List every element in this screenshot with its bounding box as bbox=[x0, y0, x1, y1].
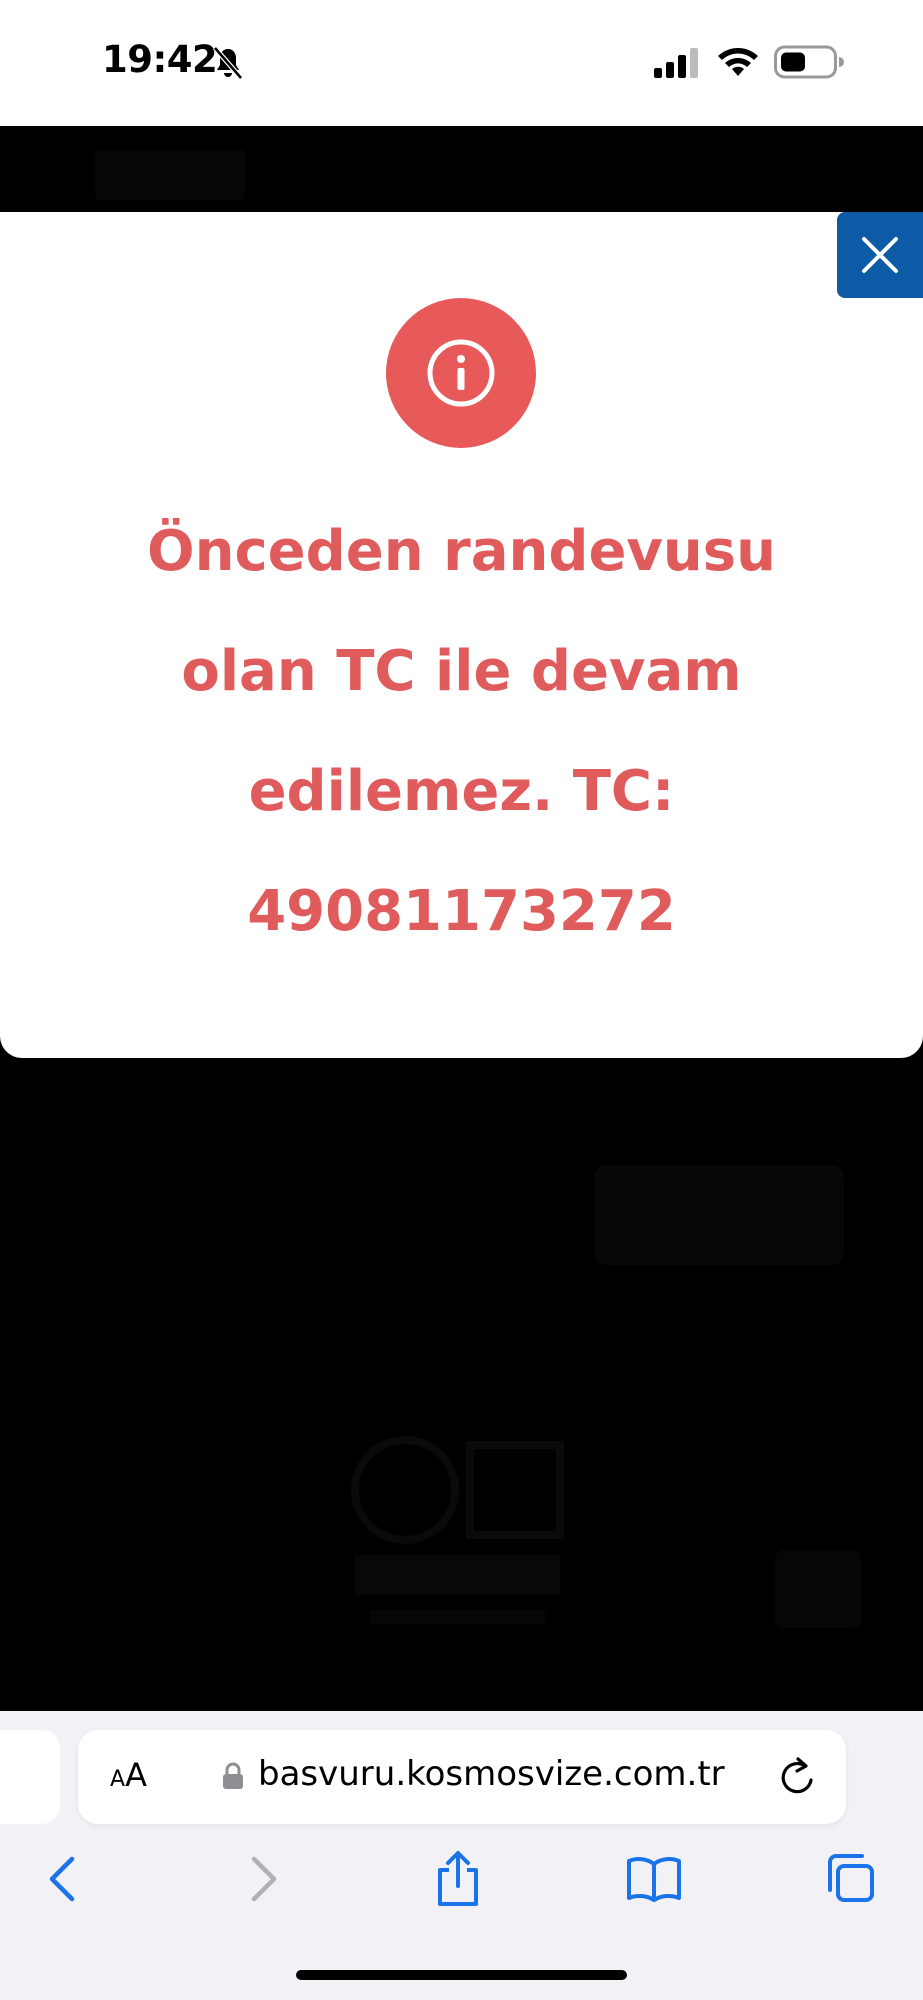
background-button bbox=[594, 1165, 844, 1265]
battery-icon bbox=[774, 45, 844, 79]
page-settings-button[interactable]: AA bbox=[110, 1756, 160, 1796]
background-scroll-top-button bbox=[775, 1550, 861, 1628]
background-header-logo bbox=[95, 150, 245, 200]
close-icon bbox=[862, 237, 898, 273]
alert-badge bbox=[386, 298, 536, 448]
back-icon[interactable] bbox=[44, 1855, 80, 1903]
home-indicator bbox=[296, 1970, 627, 1980]
status-bar: 19:42 bbox=[0, 0, 923, 126]
message-line: Önceden randevusu bbox=[147, 519, 776, 584]
message-line: edilemez. TC: bbox=[248, 759, 675, 824]
bookmarks-icon[interactable] bbox=[626, 1856, 682, 1902]
wifi-icon bbox=[718, 48, 758, 76]
info-icon bbox=[427, 339, 495, 407]
forward-icon[interactable] bbox=[246, 1855, 282, 1903]
share-icon[interactable] bbox=[432, 1850, 484, 1908]
previous-tab-peek[interactable] bbox=[0, 1730, 60, 1824]
status-time: 19:42 bbox=[102, 38, 218, 81]
message-line: olan TC ile devam bbox=[181, 639, 742, 704]
modal-message: Önceden randevusu olan TC ile devam edil… bbox=[70, 492, 853, 972]
background-company-logo bbox=[351, 1436, 564, 1624]
url-text[interactable]: basvuru.kosmosvize.com.tr bbox=[258, 1754, 725, 1794]
tabs-icon[interactable] bbox=[824, 1852, 876, 1904]
message-line: 49081173272 bbox=[247, 879, 676, 944]
cellular-signal-icon bbox=[654, 48, 698, 78]
close-button[interactable] bbox=[837, 212, 923, 298]
lock-icon bbox=[223, 1762, 243, 1789]
bell-slash-icon bbox=[213, 46, 243, 80]
reload-icon[interactable] bbox=[778, 1756, 818, 1798]
